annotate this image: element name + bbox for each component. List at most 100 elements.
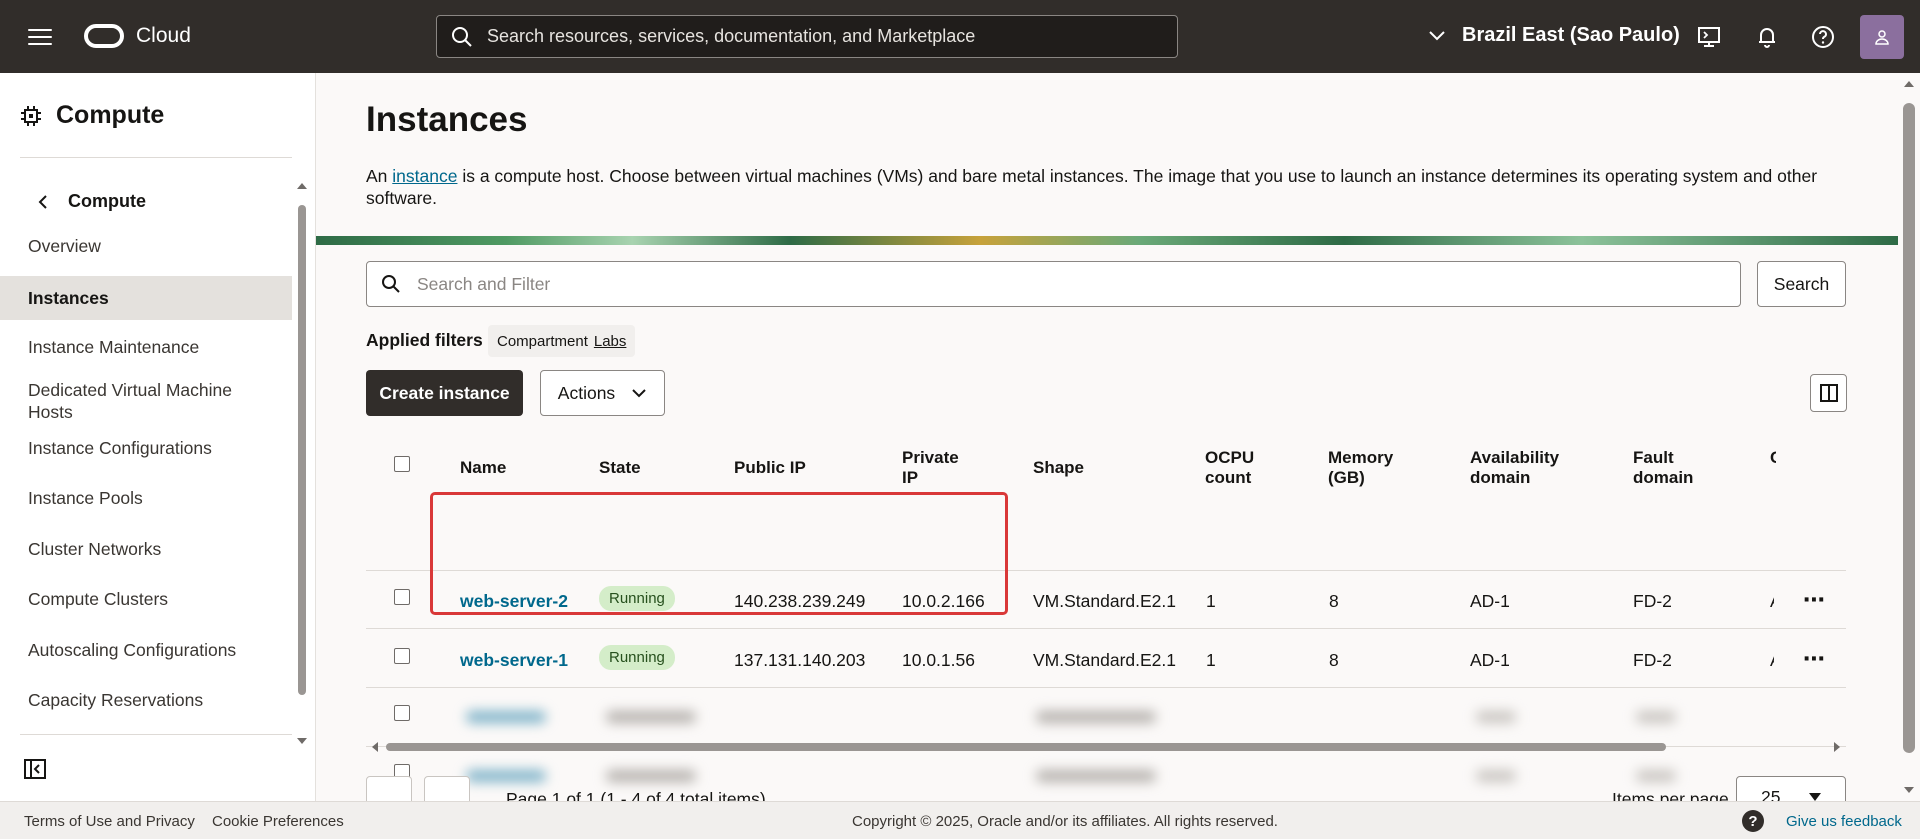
search-filter-placeholder: Search and Filter bbox=[417, 273, 551, 294]
table-scrollbar-thumb[interactable] bbox=[386, 743, 1666, 751]
sidebar-item-dedicated-vm-hosts[interactable]: Dedicated Virtual Machine Hosts bbox=[0, 377, 250, 425]
search-filter-input[interactable]: Search and Filter bbox=[366, 261, 1741, 307]
sidebar-item-instance-maintenance[interactable]: Instance Maintenance bbox=[0, 327, 292, 367]
memory-cell: 8 bbox=[1329, 591, 1339, 611]
sidebar-back-label: Compute bbox=[68, 191, 146, 211]
status-badge: Running bbox=[599, 645, 675, 670]
user-avatar[interactable] bbox=[1860, 15, 1904, 59]
instance-name-link[interactable]: web-server-1 bbox=[460, 650, 568, 671]
sidebar-scrollbar-thumb[interactable] bbox=[298, 205, 306, 695]
row-checkbox[interactable] bbox=[394, 648, 410, 664]
applied-filters-label: Applied filters bbox=[366, 330, 483, 350]
column-header-private-ip[interactable]: Private IP bbox=[902, 448, 959, 488]
oracle-logo-icon[interactable] bbox=[84, 24, 124, 48]
cookie-preferences-link[interactable]: Cookie Preferences bbox=[212, 813, 344, 830]
ocpu-cell: 1 bbox=[1206, 591, 1216, 611]
search-icon bbox=[452, 26, 472, 47]
page-vertical-scrollbar[interactable] bbox=[1898, 73, 1920, 801]
row-actions-menu-icon[interactable]: ⋯ bbox=[1803, 646, 1826, 672]
next-page-button[interactable] bbox=[424, 776, 470, 801]
search-button[interactable]: Search bbox=[1757, 261, 1846, 307]
header-line: domain bbox=[1633, 468, 1694, 487]
column-header-fault-domain[interactable]: Fault domain bbox=[1633, 448, 1693, 488]
column-settings-button[interactable] bbox=[1810, 374, 1847, 412]
sidebar-item-instances[interactable]: Instances bbox=[0, 276, 292, 320]
column-header-truncated: C bbox=[1770, 448, 1776, 468]
memory-cell: 8 bbox=[1329, 650, 1339, 670]
notifications-icon[interactable] bbox=[1754, 24, 1780, 50]
column-header-availability-domain[interactable]: Availability domain bbox=[1470, 448, 1559, 488]
header-line: count bbox=[1205, 468, 1252, 487]
cloud-shell-icon[interactable] bbox=[1696, 24, 1722, 50]
compartment-filter-chip[interactable]: Compartment Labs bbox=[488, 325, 636, 357]
sidebar-item-capacity-reservations[interactable]: Capacity Reservations bbox=[0, 680, 292, 720]
header-line: Fault bbox=[1633, 448, 1674, 467]
instance-doc-link[interactable]: instance bbox=[392, 166, 457, 186]
footer: Terms of Use and Privacy Cookie Preferen… bbox=[0, 801, 1920, 839]
previous-page-button[interactable] bbox=[366, 776, 412, 801]
create-instance-button[interactable]: Create instance bbox=[366, 370, 523, 416]
terms-link[interactable]: Terms of Use and Privacy bbox=[24, 813, 195, 830]
help-icon[interactable] bbox=[1810, 24, 1836, 50]
sidebar-item-autoscaling-configurations[interactable]: Autoscaling Configurations bbox=[0, 630, 292, 670]
blurred-content bbox=[606, 711, 696, 723]
private-ip-cell: 10.0.1.56 bbox=[902, 650, 975, 670]
scroll-down-icon bbox=[1904, 787, 1914, 793]
truncated-cell: A bbox=[1770, 650, 1774, 671]
column-header-shape[interactable]: Shape bbox=[1033, 458, 1084, 478]
row-checkbox[interactable] bbox=[394, 589, 410, 605]
menu-icon[interactable] bbox=[28, 29, 52, 47]
column-header-memory[interactable]: Memory (GB) bbox=[1328, 448, 1393, 488]
actions-button[interactable]: Actions bbox=[540, 370, 665, 416]
items-per-page-select[interactable]: 25 bbox=[1736, 776, 1846, 801]
column-header-public-ip[interactable]: Public IP bbox=[734, 458, 806, 478]
sidebar-item-instance-pools[interactable]: Instance Pools bbox=[0, 478, 292, 518]
column-header-state[interactable]: State bbox=[599, 458, 641, 478]
row-actions-menu-icon[interactable]: ⋯ bbox=[1803, 587, 1826, 613]
header-line: Private bbox=[902, 448, 959, 467]
blurred-content bbox=[1476, 770, 1516, 782]
scroll-down-icon bbox=[297, 738, 307, 744]
table-row[interactable]: web-server-1 Running 137.131.140.203 10.… bbox=[366, 630, 1846, 688]
availability-domain-cell: AD-1 bbox=[1470, 650, 1510, 670]
main-content: Instances An instance is a compute host.… bbox=[316, 73, 1898, 801]
blurred-content bbox=[466, 711, 546, 723]
columns-icon bbox=[1819, 384, 1838, 402]
global-search-input[interactable]: Search resources, services, documentatio… bbox=[436, 15, 1178, 58]
feedback-link[interactable]: Give us feedback bbox=[1786, 813, 1902, 830]
collapse-sidebar-icon[interactable] bbox=[24, 759, 46, 784]
column-header-name[interactable]: Name bbox=[460, 458, 506, 478]
blurred-content bbox=[606, 770, 696, 782]
feedback-help-icon[interactable]: ? bbox=[1742, 810, 1764, 832]
intro-text: is a compute host. Choose between virtua… bbox=[366, 166, 1818, 208]
page-scrollbar-thumb[interactable] bbox=[1903, 103, 1915, 753]
sidebar-item-compute-clusters[interactable]: Compute Clusters bbox=[0, 579, 292, 619]
copyright-text: Copyright © 2025, Oracle and/or its affi… bbox=[852, 813, 1278, 830]
caret-down-icon bbox=[1809, 793, 1821, 801]
sidebar-back-compute[interactable]: Compute bbox=[38, 191, 146, 212]
global-search-placeholder: Search resources, services, documentatio… bbox=[487, 26, 976, 46]
public-ip-cell: 137.131.140.203 bbox=[734, 650, 866, 670]
sidebar-item-overview[interactable]: Overview bbox=[0, 226, 292, 266]
select-all-checkbox[interactable] bbox=[394, 456, 410, 472]
region-selector[interactable]: Brazil East (Sao Paulo) bbox=[1428, 24, 1680, 47]
chip-value[interactable]: Labs bbox=[594, 333, 627, 350]
user-icon bbox=[1875, 30, 1889, 45]
column-header-ocpu[interactable]: OCPU count bbox=[1205, 448, 1254, 488]
divider bbox=[20, 157, 292, 158]
shape-cell: VM.Standard.E2.1 bbox=[1033, 591, 1176, 611]
brand-name[interactable]: Cloud bbox=[136, 24, 191, 48]
sidebar: Compute Compute Overview Instances Insta… bbox=[0, 73, 316, 801]
header-line: Memory bbox=[1328, 448, 1394, 467]
sidebar-item-cluster-networks[interactable]: Cluster Networks bbox=[0, 529, 292, 569]
items-per-page-label: Items per page bbox=[1612, 789, 1729, 801]
table-horizontal-scrollbar[interactable] bbox=[366, 741, 1846, 753]
intro-text: An bbox=[366, 166, 393, 186]
chip-key: Compartment bbox=[497, 332, 588, 350]
sidebar-item-instance-configurations[interactable]: Instance Configurations bbox=[0, 428, 292, 468]
header-line: (GB) bbox=[1328, 468, 1365, 487]
header-line: IP bbox=[902, 468, 919, 487]
row-checkbox[interactable] bbox=[394, 705, 410, 721]
blurred-content bbox=[1476, 711, 1516, 723]
sidebar-scrollbar[interactable] bbox=[296, 181, 308, 746]
